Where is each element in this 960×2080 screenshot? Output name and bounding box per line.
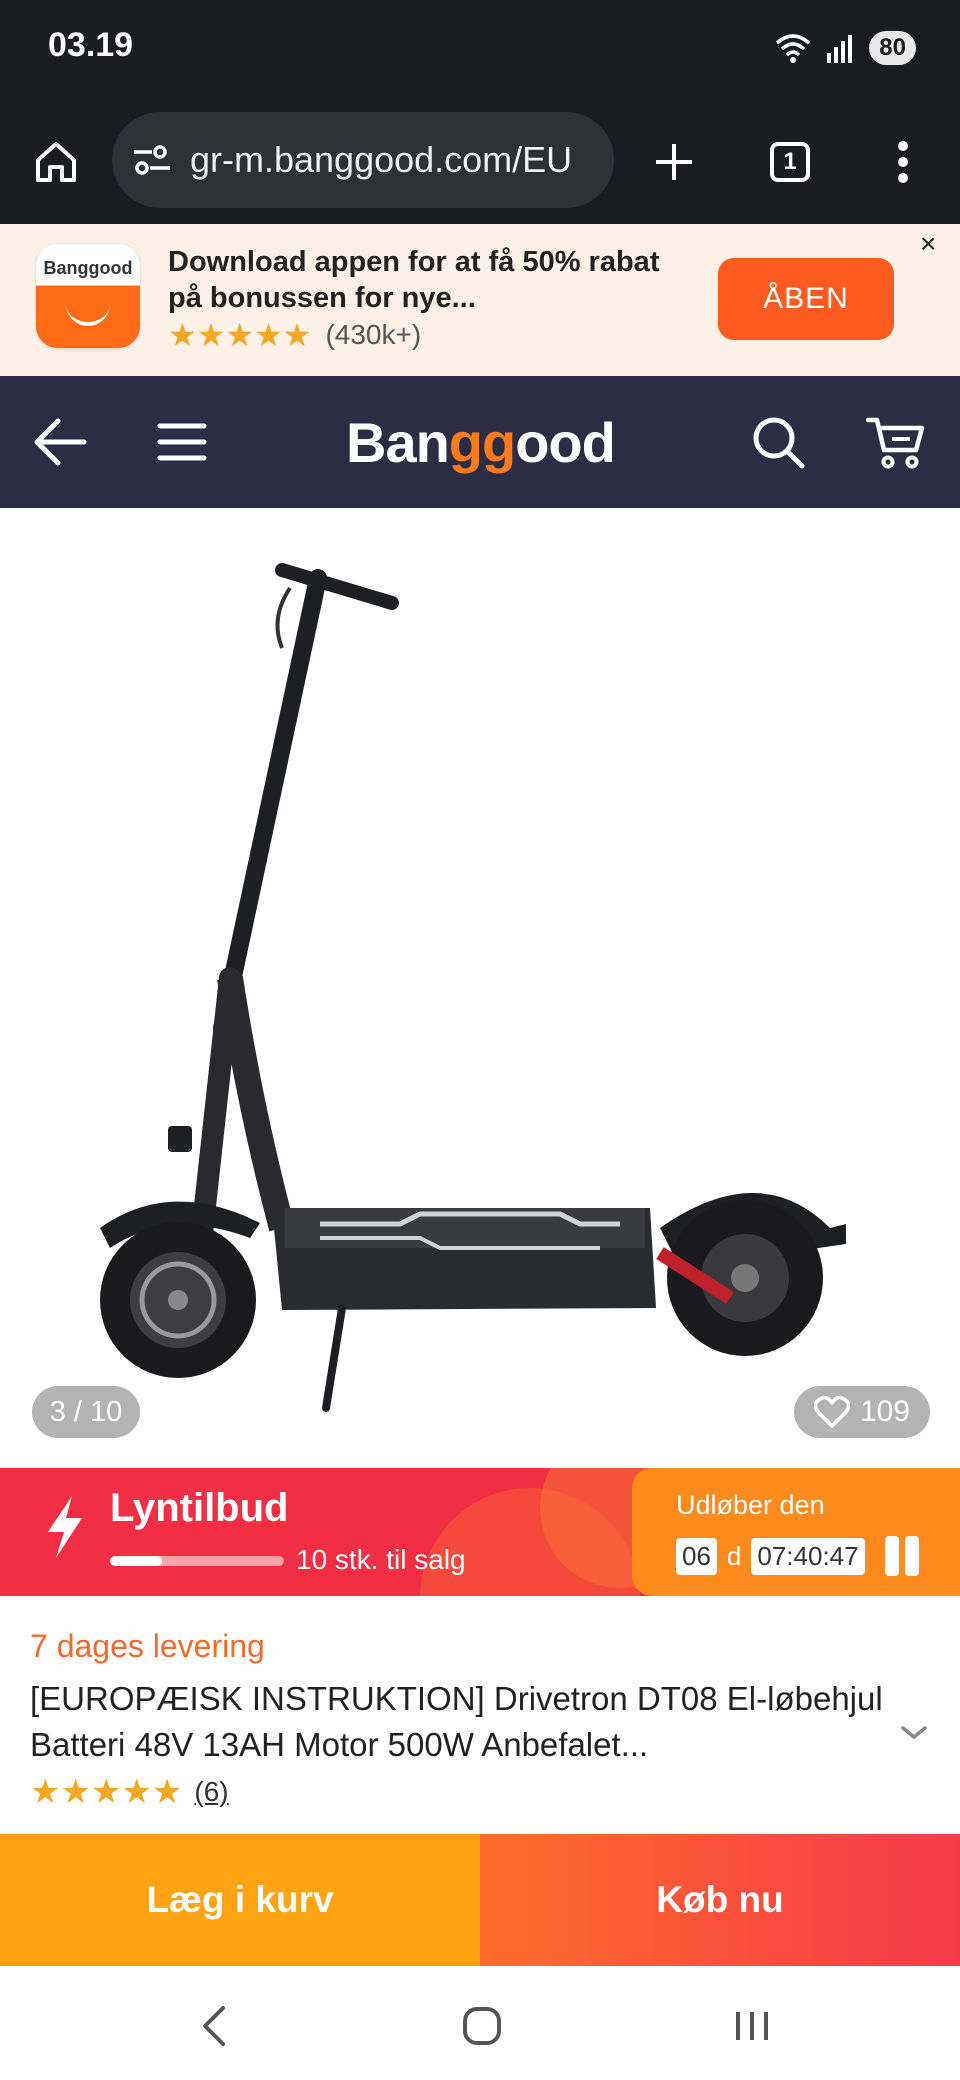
system-back-button[interactable] bbox=[184, 1996, 244, 2056]
flash-deal-banner[interactable]: Lyntilbud 10 stk. til salg Udløber den 0… bbox=[0, 1468, 960, 1596]
more-vertical-icon bbox=[898, 141, 908, 183]
countdown: 06 d 07:40:47 bbox=[676, 1536, 919, 1576]
system-recents-button[interactable] bbox=[722, 1996, 782, 2056]
scooter-image bbox=[100, 563, 846, 1412]
wifi-icon bbox=[776, 34, 811, 63]
logo-smile-icon bbox=[66, 304, 110, 326]
pause-bar bbox=[884, 1536, 899, 1576]
review-count-link[interactable]: (6) bbox=[194, 1776, 228, 1808]
stock-progress-bar bbox=[110, 1556, 284, 1566]
site-settings-icon[interactable] bbox=[132, 143, 172, 177]
site-header: Banggood bbox=[0, 376, 960, 508]
countdown-panel: Udløber den 06 d 07:40:47 bbox=[632, 1468, 960, 1596]
lightning-icon bbox=[48, 1496, 82, 1558]
stock-progress-fill bbox=[110, 1556, 163, 1566]
system-navigation-bar bbox=[0, 1966, 960, 2080]
brand-logo-accent: gg bbox=[448, 411, 516, 474]
stock-text: 10 stk. til salg bbox=[296, 1544, 466, 1575]
image-counter: 3 / 10 bbox=[32, 1386, 140, 1438]
pause-bar bbox=[904, 1536, 919, 1576]
signal-icon bbox=[827, 35, 853, 63]
tab-count: 1 bbox=[770, 142, 810, 182]
cart-button[interactable] bbox=[866, 412, 926, 472]
pause-icon[interactable] bbox=[884, 1536, 919, 1576]
system-home-button[interactable] bbox=[452, 1996, 512, 2056]
countdown-days: 06 bbox=[676, 1537, 717, 1575]
cart-icon bbox=[866, 417, 925, 469]
plus-icon bbox=[656, 144, 692, 180]
product-rating: ★★★★★ (6) bbox=[30, 1772, 229, 1812]
app-logo: Banggood bbox=[36, 244, 140, 348]
product-image[interactable] bbox=[0, 508, 960, 1468]
tab-switcher-button[interactable]: 1 bbox=[762, 134, 818, 190]
flash-deal-title: Lyntilbud bbox=[110, 1486, 289, 1530]
product-title[interactable]: [EUROPÆISK INSTRUKTION] Drivetron DT08 E… bbox=[30, 1676, 890, 1768]
banner-rating: ★★★★★ (430k+) bbox=[168, 316, 421, 354]
banner-review-count: (430k+) bbox=[325, 319, 422, 350]
expires-label: Udløber den bbox=[676, 1490, 825, 1520]
star-rating-icon: ★★★★★ bbox=[168, 317, 312, 353]
buy-now-button[interactable]: Køb nu bbox=[480, 1834, 960, 1966]
wishlist-count: 109 bbox=[859, 1395, 911, 1428]
star-rating-icon: ★★★★★ bbox=[30, 1773, 183, 1811]
banner-message: Download appen for at få 50% rabat på bo… bbox=[168, 246, 660, 314]
countdown-time: 07:40:47 bbox=[751, 1537, 865, 1575]
expand-title-button[interactable] bbox=[900, 1724, 928, 1747]
browser-menu-button[interactable] bbox=[878, 132, 928, 192]
home-button[interactable] bbox=[26, 132, 86, 192]
open-app-button[interactable]: ÅBEN bbox=[718, 258, 894, 340]
heart-icon bbox=[813, 1396, 850, 1428]
browser-toolbar: gr-m.banggood.com/EU 1 bbox=[0, 100, 960, 224]
address-bar[interactable]: gr-m.banggood.com/EU bbox=[112, 112, 614, 208]
search-button[interactable] bbox=[748, 412, 808, 472]
new-tab-button[interactable] bbox=[644, 132, 704, 192]
home-circle-icon bbox=[463, 2007, 501, 2045]
wishlist-button[interactable]: 109 bbox=[794, 1386, 930, 1438]
back-button[interactable] bbox=[30, 412, 90, 472]
battery-indicator: 80 bbox=[869, 31, 916, 65]
back-chevron-icon bbox=[203, 2006, 225, 2046]
app-logo-text: Banggood bbox=[43, 258, 133, 278]
countdown-days-unit: d bbox=[726, 1540, 742, 1571]
page: 03.19 80 gr-m.banggood.com/EU 1 Banggood… bbox=[0, 0, 960, 2080]
home-icon bbox=[36, 142, 76, 182]
add-to-cart-button[interactable]: Læg i kurv bbox=[0, 1834, 480, 1966]
delivery-badge: 7 dages levering bbox=[30, 1628, 265, 1664]
app-download-banner: Banggood Download appen for at få 50% ra… bbox=[0, 224, 960, 376]
status-time: 03.19 bbox=[48, 26, 134, 64]
search-icon bbox=[753, 417, 805, 469]
brand-logo-part: Ban bbox=[346, 411, 450, 474]
close-banner-icon[interactable]: × bbox=[920, 228, 936, 260]
recents-icon bbox=[736, 2012, 768, 2040]
brand-logo[interactable]: Banggood bbox=[346, 410, 616, 475]
status-bar: 03.19 80 bbox=[0, 0, 960, 100]
menu-button[interactable] bbox=[152, 412, 212, 472]
brand-logo-part: ood bbox=[515, 411, 616, 474]
hamburger-icon bbox=[157, 423, 207, 461]
chevron-down-icon bbox=[901, 1726, 927, 1740]
status-icons: 80 bbox=[775, 30, 916, 66]
arrow-left-icon bbox=[34, 418, 87, 466]
url-text: gr-m.banggood.com/EU bbox=[190, 139, 573, 180]
